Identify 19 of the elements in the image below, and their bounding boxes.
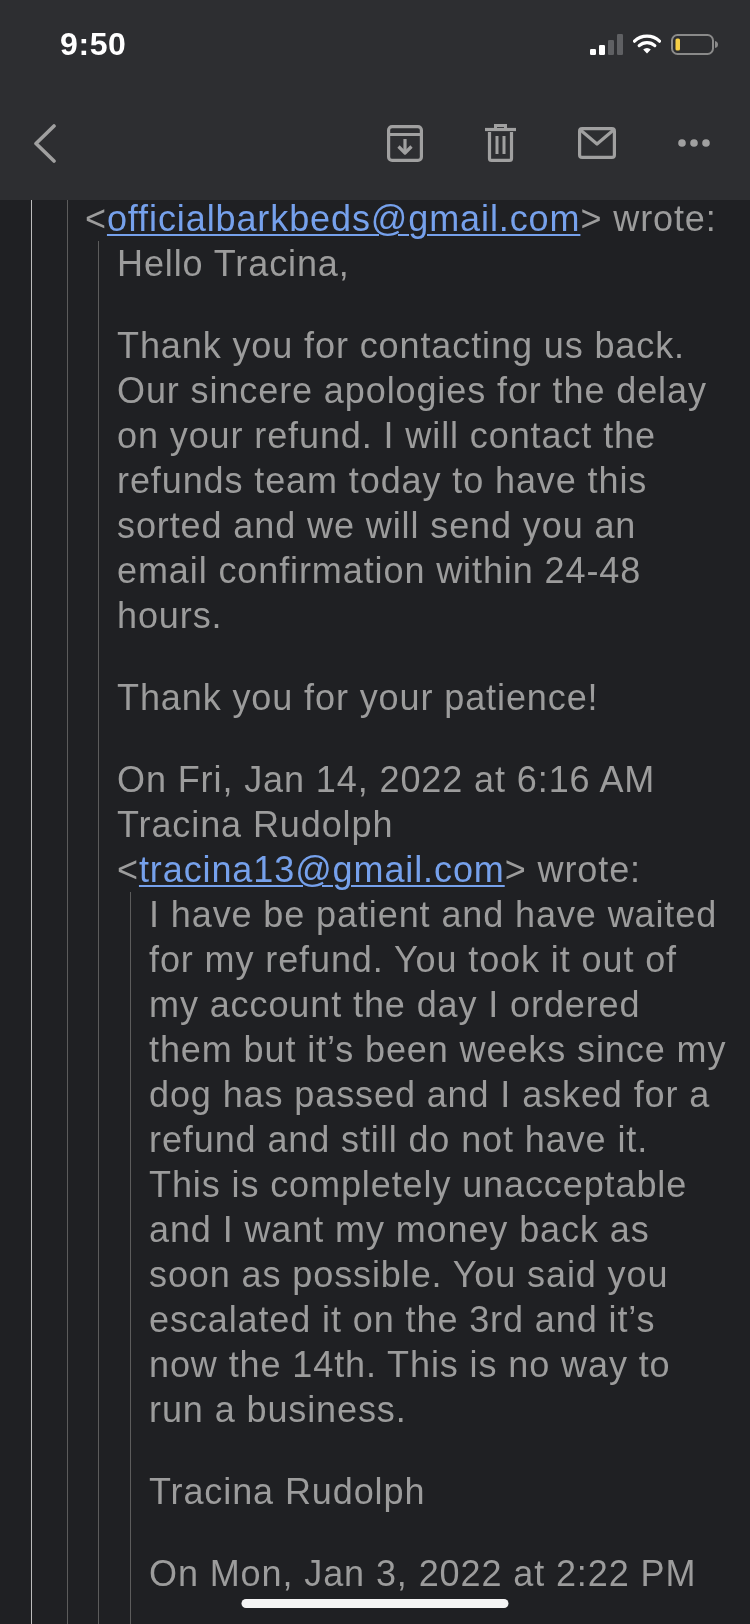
more-icon[interactable]: [678, 139, 710, 147]
quote-attribution: On Mon, Jan 3, 2022 at 2:22 PM: [149, 1552, 698, 1596]
message-paragraph: Tracina Rudolph: [149, 1470, 427, 1514]
email-link[interactable]: tracina13@gmail.com: [138, 849, 505, 890]
mail-icon[interactable]: [578, 127, 616, 159]
message-paragraph: Hello Tracina,: [117, 242, 351, 286]
archive-icon[interactable]: [387, 124, 423, 162]
trash-icon[interactable]: [485, 124, 516, 162]
wifi-icon: [633, 34, 661, 54]
battery-icon: [671, 33, 718, 55]
clock-time: 9:50: [60, 26, 127, 62]
email-link[interactable]: officialbarkbeds@gmail.com: [106, 198, 581, 239]
signal-icon: [590, 33, 623, 55]
message-paragraph: Thank you for your patience!: [117, 676, 600, 720]
message-paragraph: Thank you for contacting us back. Our sincere apologies for the delay on your refund. I will contact the refunds team today to have this sorted and we will send you an email confirmation within 24-48 hours.: [117, 324, 708, 638]
message-paragraph: I have be patient and have waited for my refund. You took it out of my account the day I ordered them but it’s been weeks since my dog has passed and I asked for a refund and still do not have it. This is completely unacceptable and I want my money back as soon as possible. You said you escalated it on the 3rd and it’s now the 14th. This is no way to run a business.: [149, 893, 727, 1432]
back-icon[interactable]: [33, 123, 56, 163]
quote-attribution: <officialbarkbeds@gmail.com> wrote:: [85, 197, 718, 241]
quote-attribution: On Fri, Jan 14, 2022 at 6:16 AM Tracina Rudolph <tracina13@gmail.com> wrote:: [117, 758, 657, 892]
